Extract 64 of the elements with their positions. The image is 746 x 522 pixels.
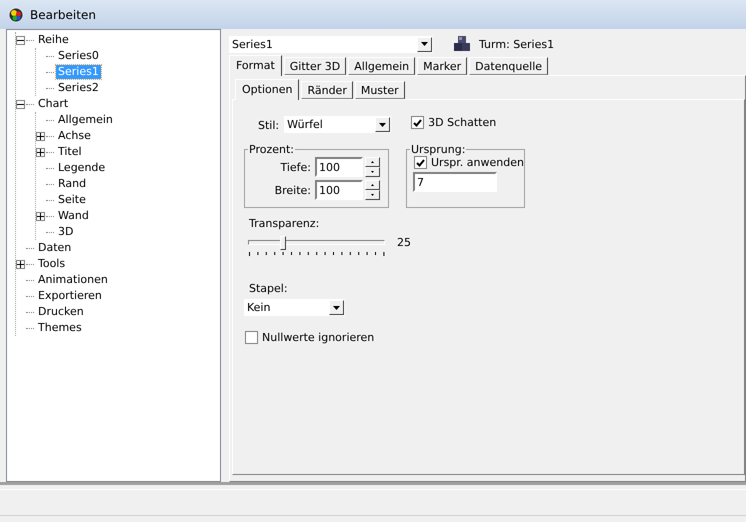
tree-item[interactable]: Drucken <box>36 305 86 319</box>
field-label: Stil: <box>258 119 280 132</box>
tree-item[interactable]: Daten <box>36 241 74 255</box>
series-type-label: Turm: Series1 <box>479 38 554 50</box>
tab[interactable]: Datenquelle <box>469 57 548 75</box>
expand-icon[interactable] <box>36 148 45 156</box>
tree-item[interactable]: Rand <box>56 177 88 191</box>
tab[interactable]: Optionen <box>235 79 300 100</box>
checkmark-icon <box>413 118 422 126</box>
expand-icon[interactable] <box>36 132 45 140</box>
field-label: Breite: <box>274 184 311 196</box>
stack-dropdown[interactable]: Kein <box>244 299 345 316</box>
number-field[interactable]: 100 <box>315 180 363 200</box>
tab[interactable]: Muster <box>354 81 405 99</box>
field-label: Stapel: <box>249 282 289 295</box>
tab[interactable]: Marker <box>417 57 468 75</box>
caret-icon <box>379 122 386 126</box>
style-dropdown[interactable]: Würfel <box>284 116 392 133</box>
expand-icon[interactable] <box>16 260 25 268</box>
tab[interactable]: Allgemein <box>348 57 416 75</box>
tab[interactable]: Ränder <box>301 81 353 99</box>
tree-item[interactable]: Allgemein <box>56 113 115 127</box>
cubes-icon <box>453 35 471 53</box>
spin-buttons[interactable] <box>365 157 380 177</box>
checkbox[interactable] <box>414 156 427 169</box>
caret-icon <box>333 306 340 310</box>
caret-icon <box>421 42 428 46</box>
collapse-icon[interactable] <box>16 36 25 44</box>
window-title: Bearbeiten <box>30 8 96 22</box>
checkbox[interactable] <box>245 331 258 344</box>
collapse-icon[interactable] <box>16 100 25 108</box>
checkbox-label: 3D Schatten <box>428 116 496 129</box>
series-dropdown[interactable]: Series1 <box>229 36 433 52</box>
tree-item[interactable]: Themes <box>36 321 84 335</box>
app-icon <box>9 8 23 22</box>
group-title: Prozent: <box>248 143 295 156</box>
tab[interactable]: Format <box>229 55 282 76</box>
number-field[interactable]: 100 <box>315 157 363 177</box>
tree-item[interactable]: 3D <box>56 225 76 239</box>
slider-value: 25 <box>397 236 411 249</box>
field-label: Transparenz: <box>249 217 320 230</box>
tree-item[interactable]: Tools <box>36 257 68 271</box>
tree-item[interactable]: Seite <box>56 193 88 207</box>
tab[interactable]: Gitter 3D <box>284 57 346 75</box>
slider-thumb[interactable] <box>280 236 286 250</box>
checkmark-icon <box>416 158 425 166</box>
tree-item[interactable]: Legende <box>56 161 108 175</box>
tree-item[interactable]: Wand <box>56 209 91 223</box>
group-title: Ursprung: <box>410 143 466 156</box>
field-label: Tiefe: <box>280 160 311 174</box>
tree-item[interactable]: Reihe <box>36 33 71 47</box>
tree-item[interactable]: Exportieren <box>36 289 104 303</box>
origin-field[interactable]: 7 <box>413 172 497 192</box>
spin-buttons[interactable] <box>365 180 380 200</box>
checkbox[interactable] <box>411 116 424 129</box>
tree-item[interactable]: Series2 <box>56 81 101 95</box>
tree-item[interactable]: Animationen <box>36 273 110 287</box>
tree-item[interactable]: Series0 <box>56 49 101 63</box>
tree-item[interactable]: Chart <box>36 97 70 111</box>
expand-icon[interactable] <box>36 212 45 220</box>
checkbox-label: Nullwerte ignorieren <box>262 331 374 344</box>
checkbox-label: Urspr. anwenden <box>431 156 524 169</box>
tree-item[interactable]: Titel <box>56 145 84 159</box>
tree-item[interactable]: Achse <box>56 129 93 143</box>
